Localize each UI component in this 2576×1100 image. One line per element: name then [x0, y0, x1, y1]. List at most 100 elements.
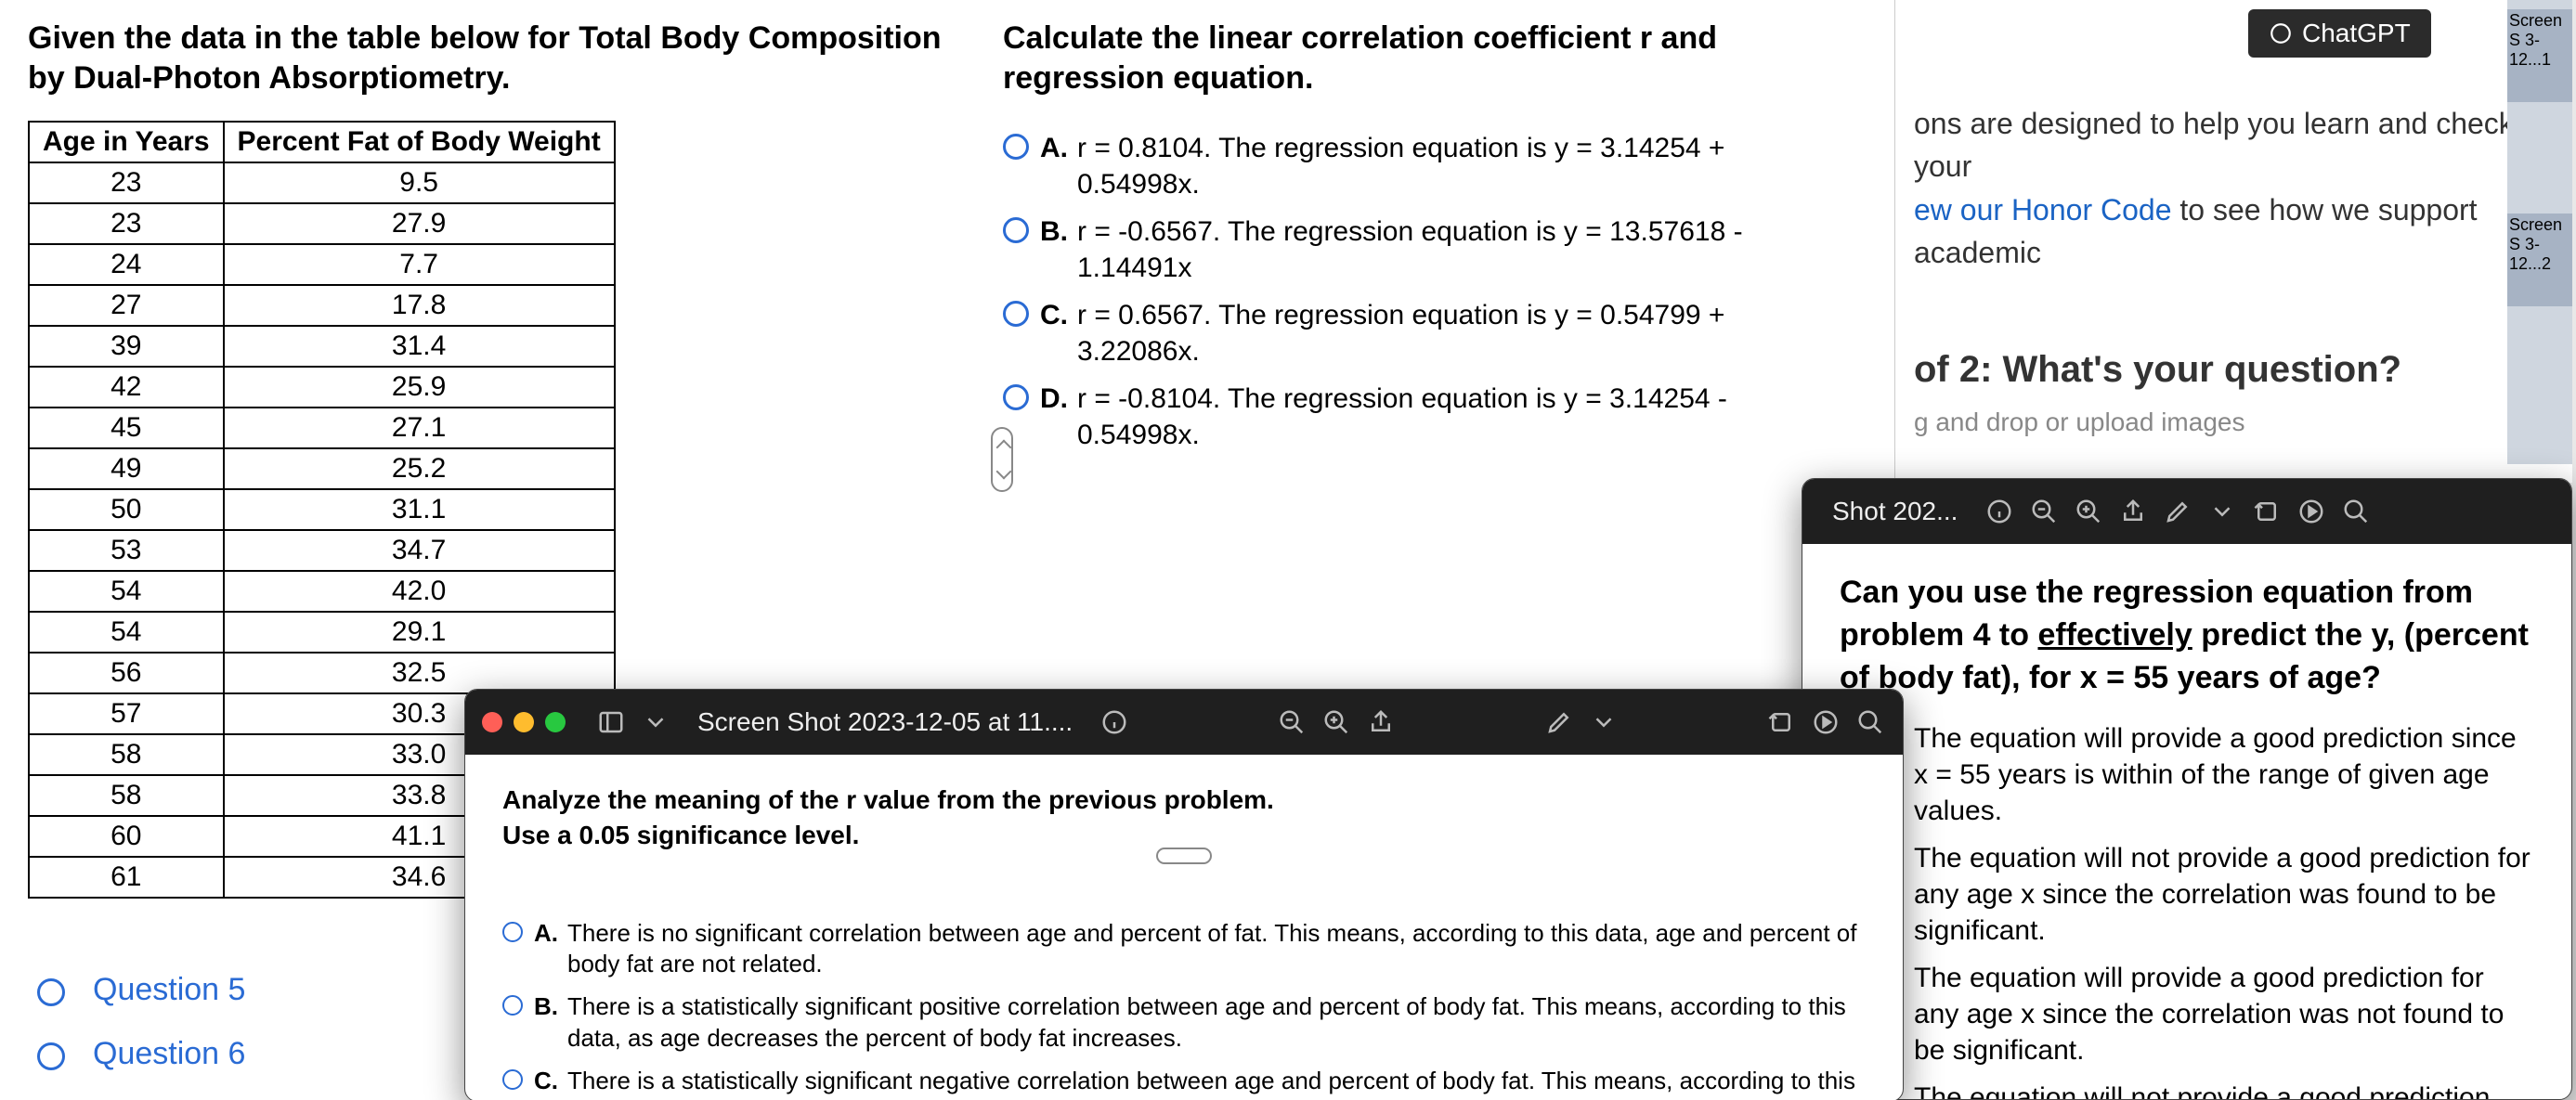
info-icon[interactable] — [1984, 496, 2015, 527]
preview-window-prediction: Shot 202... Can you use the regression e… — [1802, 478, 2572, 1100]
question-nav-label: Question 6 — [93, 1036, 245, 1072]
answer-option[interactable]: D.The equation will not provide a good p… — [1840, 1080, 2534, 1100]
table-cell: 58 — [29, 775, 224, 816]
traffic-lights — [482, 712, 566, 732]
autoplay-icon[interactable] — [1810, 706, 1841, 738]
answer-option[interactable]: A. There is no significant correlation be… — [502, 918, 1866, 981]
answer-option[interactable]: C.The equation will provide a good predi… — [1840, 960, 2534, 1068]
table-cell: 54 — [29, 571, 224, 612]
table-cell: 25.9 — [224, 367, 615, 408]
option-text: There is no significant correlation betw… — [567, 918, 1866, 981]
thumbnail[interactable]: Screen S 3-12...1 — [2507, 9, 2572, 102]
table-cell: 27 — [29, 285, 224, 326]
rotate-icon[interactable] — [2251, 496, 2283, 527]
desktop-thumbnails: Screen S 3-12...1 Screen S 3-12...2 — [2507, 0, 2572, 464]
table-header-age: Age in Years — [29, 122, 224, 162]
radio-icon — [502, 922, 523, 942]
answer-option[interactable]: B.r = -0.6567. The regression equation i… — [1003, 214, 1802, 286]
honor-code-text: ons are designed to help you learn and c… — [1914, 102, 2554, 275]
zoom-in-icon[interactable] — [1321, 706, 1352, 738]
table-cell: 31.4 — [224, 326, 615, 367]
option-text: There is a statistically significant pos… — [567, 991, 1866, 1055]
answer-option[interactable]: A.r = 0.8104. The regression equation is… — [1003, 130, 1802, 202]
chevron-down-icon[interactable] — [640, 706, 671, 738]
window-title: Screen Shot 2023-12-05 at 11.... — [697, 707, 1073, 737]
question-heading: Can you use the regression equation from… — [1840, 572, 2534, 700]
option-label: B. — [1040, 214, 1068, 250]
radio-icon — [37, 978, 65, 1006]
table-cell: 53 — [29, 530, 224, 571]
table-row: 5442.0 — [29, 571, 615, 612]
table-cell: 27.1 — [224, 408, 615, 448]
fullscreen-button[interactable] — [545, 712, 566, 732]
option-text: The equation will provide a good predict… — [1914, 960, 2534, 1068]
table-row: 239.5 — [29, 162, 615, 203]
table-row: 5031.1 — [29, 489, 615, 530]
table-row: 4527.1 — [29, 408, 615, 448]
chatgpt-tab[interactable]: ChatGPT — [2248, 9, 2431, 58]
thumbnail[interactable]: Screen S 3-12...2 — [2507, 214, 2572, 306]
answer-option[interactable]: D.r = -0.8104. The regression equation i… — [1003, 381, 1802, 453]
share-icon[interactable] — [1365, 706, 1397, 738]
search-icon[interactable] — [2340, 496, 2372, 527]
rotate-icon[interactable] — [1765, 706, 1797, 738]
pill-handle-icon[interactable] — [1156, 848, 1212, 864]
window-titlebar[interactable]: Screen Shot 2023-12-05 at 11.... — [465, 690, 1903, 755]
table-row: 4225.9 — [29, 367, 615, 408]
table-cell: 50 — [29, 489, 224, 530]
table-cell: 34.7 — [224, 530, 615, 571]
table-row: 5632.5 — [29, 653, 615, 693]
option-text: r = -0.8104. The regression equation is … — [1077, 381, 1802, 453]
chevron-down-icon[interactable] — [1588, 706, 1620, 738]
zoom-out-icon[interactable] — [1276, 706, 1308, 738]
answer-option[interactable]: C.r = 0.6567. The regression equation is… — [1003, 297, 1802, 369]
table-cell: 49 — [29, 448, 224, 489]
zoom-out-icon[interactable] — [2028, 496, 2060, 527]
question-nav-5[interactable]: Question 5 — [37, 972, 245, 1008]
quiz-options: A.r = 0.8104. The regression equation is… — [1003, 130, 1802, 453]
answer-option[interactable]: C.There is a statistically significant n… — [502, 1066, 1866, 1100]
option-text: The equation will not provide a good pre… — [1914, 1080, 2534, 1100]
question-nav: Question 5 Question 6 — [37, 972, 245, 1072]
answer-option[interactable]: B.The equation will not provide a good p… — [1840, 840, 2534, 949]
answer-option[interactable]: A.The equation will provide a good predi… — [1840, 720, 2534, 829]
markup-icon[interactable] — [2162, 496, 2193, 527]
close-button[interactable] — [482, 712, 502, 732]
question-heading: Analyze the meaning of the r value from … — [502, 783, 1866, 853]
question-nav-6[interactable]: Question 6 — [37, 1036, 245, 1072]
radio-icon — [502, 995, 523, 1016]
table-row: 247.7 — [29, 244, 615, 285]
table-cell: 25.2 — [224, 448, 615, 489]
window-titlebar[interactable]: Shot 202... — [1802, 479, 2571, 544]
table-cell: 32.5 — [224, 653, 615, 693]
table-row: 2327.9 — [29, 203, 615, 244]
table-cell: 17.8 — [224, 285, 615, 326]
markup-icon[interactable] — [1543, 706, 1575, 738]
autoplay-icon[interactable] — [2296, 496, 2327, 527]
share-icon[interactable] — [2117, 496, 2149, 527]
answer-option[interactable]: B. There is a statistically significant p… — [502, 991, 1866, 1055]
minimize-button[interactable] — [514, 712, 534, 732]
table-cell: 23 — [29, 162, 224, 203]
table-row: 2717.8 — [29, 285, 615, 326]
table-cell: 45 — [29, 408, 224, 448]
table-cell: 60 — [29, 816, 224, 857]
honor-code-link[interactable]: ew our Honor Code — [1914, 193, 2171, 226]
table-row: 3931.4 — [29, 326, 615, 367]
resize-handle-icon[interactable] — [991, 427, 1013, 492]
option-label: C. — [1040, 297, 1068, 333]
search-icon[interactable] — [1854, 706, 1886, 738]
window-title: Shot 202... — [1832, 497, 1958, 526]
option-label: B. — [534, 991, 558, 1023]
table-cell: 42.0 — [224, 571, 615, 612]
option-text: r = 0.6567. The regression equation is y… — [1077, 297, 1802, 369]
option-label: A. — [534, 918, 558, 950]
info-icon[interactable] — [1099, 706, 1130, 738]
step-title: of 2: What's your question? — [1914, 349, 2554, 391]
table-cell: 61 — [29, 857, 224, 898]
sidebar-icon[interactable] — [595, 706, 627, 738]
chevron-down-icon[interactable] — [2206, 496, 2238, 527]
option-text: There is a statistically significant neg… — [567, 1066, 1866, 1100]
zoom-in-icon[interactable] — [2073, 496, 2104, 527]
table-cell: 58 — [29, 734, 224, 775]
